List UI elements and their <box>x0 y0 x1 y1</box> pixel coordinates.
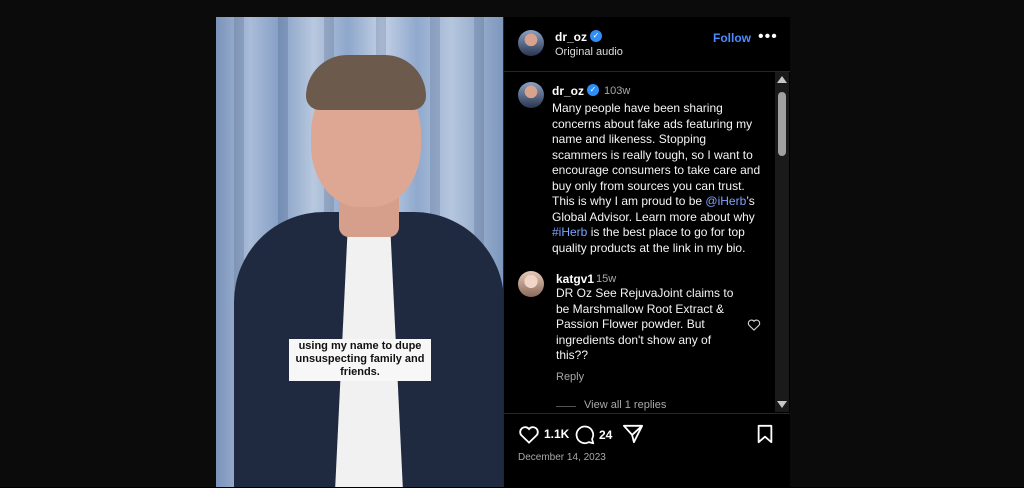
heart-icon[interactable] <box>747 318 761 331</box>
post-header: dr_oz ✓ Original audio Follow ••• <box>504 17 790 72</box>
comment-username[interactable]: katgv1 <box>556 272 594 286</box>
comment-icon <box>575 425 595 445</box>
reel-video[interactable]: using my name to dupe unsuspecting famil… <box>216 17 503 487</box>
post-caption: Many people have been sharing concerns a… <box>552 101 764 256</box>
scroll-up-icon[interactable] <box>777 76 787 83</box>
post-username[interactable]: dr_oz <box>552 84 584 98</box>
comment-time: 15w <box>596 273 617 285</box>
follow-button[interactable]: Follow <box>713 31 751 45</box>
verified-icon: ✓ <box>587 84 599 96</box>
avatar[interactable] <box>518 271 544 297</box>
scroll-down-icon[interactable] <box>777 401 787 408</box>
person-hair <box>306 55 426 110</box>
like-count: 1.1K <box>544 427 570 441</box>
header-username[interactable]: dr_oz <box>555 30 587 44</box>
comment-count: 24 <box>599 427 613 442</box>
comments-scroll-area[interactable]: dr_oz ✓ 103w Many people have been shari… <box>504 72 790 412</box>
audio-label[interactable]: Original audio <box>555 46 623 58</box>
mention-link[interactable]: @iHerb <box>705 194 746 208</box>
post-time: 103w <box>604 85 631 97</box>
caption-segment: Many people have been sharing concerns a… <box>552 101 761 208</box>
comment-button[interactable]: 24 <box>574 424 612 445</box>
post-panel: dr_oz ✓ Original audio Follow ••• dr_oz … <box>503 17 790 487</box>
scrollbar-thumb[interactable] <box>778 92 786 156</box>
heart-icon <box>519 426 539 444</box>
hashtag-link[interactable]: #iHerb <box>552 225 587 239</box>
more-icon[interactable]: ••• <box>758 28 778 46</box>
scrollbar[interactable] <box>775 72 789 412</box>
share-icon[interactable] <box>622 424 644 444</box>
bookmark-icon[interactable] <box>756 424 774 444</box>
comment-text: DR Oz See RejuvaJoint claims to be Marsh… <box>556 286 734 362</box>
reply-button[interactable]: Reply <box>556 371 584 383</box>
action-bar: 1.1K 24 December 14, 2023 <box>504 413 790 488</box>
video-caption: using my name to dupe unsuspecting famil… <box>289 339 431 381</box>
avatar[interactable] <box>518 82 544 108</box>
post-date: December 14, 2023 <box>518 452 606 463</box>
view-replies-button[interactable]: View all 1 replies <box>584 399 666 411</box>
like-button[interactable]: 1.1K <box>518 424 569 444</box>
avatar[interactable] <box>518 30 544 56</box>
verified-icon: ✓ <box>590 30 602 42</box>
divider <box>556 406 576 407</box>
